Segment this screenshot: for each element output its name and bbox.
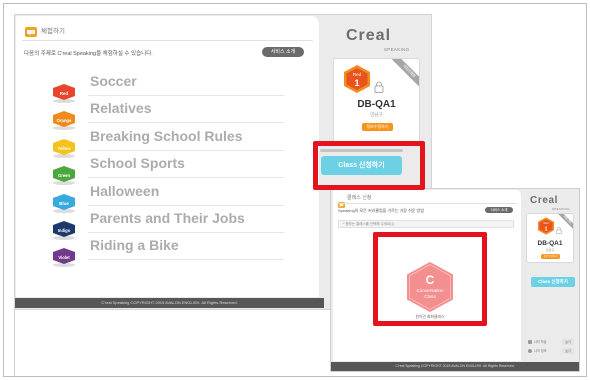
sidebar-menu-item[interactable]: 나의 정보 보기 bbox=[528, 348, 574, 354]
copyright-footer: C'real Speaking COPYRIGHT 2015 AVALON EN… bbox=[331, 362, 579, 371]
brand-logo: Creal bbox=[346, 27, 392, 44]
menu-item-label: 나의 학습 bbox=[534, 340, 547, 344]
sidebar-menu-item[interactable]: 나의 학습 보기 bbox=[528, 339, 574, 345]
topic-divider bbox=[88, 122, 284, 124]
service-intro-button[interactable]: 서비스 소개 bbox=[262, 47, 304, 57]
page-title: 체험하기 bbox=[41, 28, 65, 35]
window-edge-line bbox=[14, 310, 15, 376]
profile-sidebar: Creal SPEAKING 체험진행중 Red 1 DB-QA1 민남구 정보… bbox=[522, 189, 579, 361]
profile-action-button[interactable]: 정보수정하기 bbox=[362, 123, 393, 131]
badge-label: Violet bbox=[58, 255, 70, 260]
topic-item[interactable]: Green School Sports bbox=[16, 155, 319, 186]
topic-divider bbox=[88, 259, 284, 261]
menu-item-button[interactable]: 보기 bbox=[562, 348, 574, 354]
level-name: Red bbox=[353, 72, 362, 77]
user-name: 민남구 bbox=[545, 248, 555, 252]
square-bullet-icon bbox=[528, 340, 532, 344]
topic-item[interactable]: Violet Riding a Bike bbox=[16, 237, 319, 268]
level-name: Red bbox=[543, 221, 549, 225]
status-ribbon-label: 체험진행중 bbox=[390, 59, 419, 89]
lock-icon bbox=[374, 81, 384, 93]
service-intro-button[interactable]: 서비스 소개 bbox=[485, 207, 513, 213]
speech-bubble-icon bbox=[25, 24, 37, 37]
status-ribbon: 체험진행중 bbox=[389, 59, 419, 89]
topic-divider bbox=[88, 95, 284, 96]
class-select-dropdown[interactable]: * 원하는 클래스를 선택해 주세요(1) bbox=[338, 220, 514, 228]
topic-divider bbox=[88, 149, 284, 151]
page-subtitle: Speaking의 모든 커리큘럼을 기르는 가장 쉬운 방법 bbox=[338, 208, 424, 213]
level-number: 1 bbox=[544, 226, 547, 232]
highlight-class-button bbox=[313, 141, 425, 190]
trial-content-panel: 체험하기 다음의 주제로 C'real Speaking을 체험하실 수 있습니… bbox=[16, 16, 319, 297]
topic-label: Soccer bbox=[90, 73, 137, 89]
topic-label: Breaking School Rules bbox=[90, 127, 243, 144]
circle-bullet-icon bbox=[528, 349, 532, 353]
level-hexagon-icon: Red 1 bbox=[344, 65, 370, 93]
speech-bubble-icon bbox=[338, 195, 345, 208]
menu-item-button[interactable]: 보기 bbox=[562, 339, 574, 345]
highlight-class-card bbox=[373, 232, 487, 326]
user-name: 민남구 bbox=[370, 112, 383, 117]
copyright-footer: C'real Speaking COPYRIGHT 2015 AVALON EN… bbox=[15, 298, 324, 308]
topic-label: Halloween bbox=[90, 182, 160, 199]
topic-divider bbox=[88, 177, 284, 179]
page-title: 클래스 신청 bbox=[347, 195, 372, 201]
user-id: DB-QA1 bbox=[537, 240, 563, 247]
lock-icon bbox=[556, 227, 562, 234]
level-number: 1 bbox=[354, 78, 359, 88]
profile-card: 체험진행중 Red 1 DB-QA1 민남구 정보수정하기 bbox=[526, 213, 574, 263]
header-divider bbox=[337, 203, 517, 204]
badge-label: Yellow bbox=[57, 146, 71, 151]
profile-action-button[interactable]: 정보수정하기 bbox=[541, 254, 560, 259]
topic-item[interactable]: Blue Halloween bbox=[16, 182, 319, 213]
user-id: DB-QA1 bbox=[357, 99, 396, 110]
brand-logo-sub: SPEAKING bbox=[384, 47, 410, 52]
badge-label: Red bbox=[60, 91, 69, 96]
hexagon-badge-icon: Violet bbox=[53, 248, 75, 268]
profile-card: 체험진행중 Red 1 DB-QA1 민남구 정보수정하기 bbox=[333, 58, 420, 143]
topic-label: Riding a Bike bbox=[90, 237, 179, 254]
topic-item[interactable]: Indigo Parents and Their Jobs bbox=[16, 210, 319, 240]
topic-label: School Sports bbox=[90, 155, 185, 172]
level-hexagon-icon: Red 1 bbox=[538, 217, 554, 235]
topic-item[interactable]: Orange Relatives bbox=[16, 100, 319, 131]
badge-label: Blue bbox=[59, 201, 69, 206]
intro-text: 다음의 주제로 C'real Speaking을 체험하실 수 있습니다. bbox=[24, 51, 153, 57]
menu-item-label: 나의 정보 bbox=[534, 349, 547, 353]
topic-label: Relatives bbox=[90, 100, 152, 117]
header-divider bbox=[22, 40, 313, 41]
topic-divider bbox=[88, 204, 284, 206]
topic-item[interactable]: Red Soccer bbox=[16, 73, 319, 103]
topic-divider bbox=[88, 232, 284, 233]
badge-label: Indigo bbox=[58, 228, 71, 233]
brand-logo: Creal bbox=[530, 195, 559, 206]
brand-logo-sub: SPEAKING bbox=[552, 207, 570, 211]
class-request-button[interactable]: Class 신청하기 bbox=[531, 277, 575, 287]
topic-item[interactable]: Yellow Breaking School Rules bbox=[16, 127, 319, 158]
badge-label: Orange bbox=[57, 118, 72, 123]
topic-label: Parents and Their Jobs bbox=[90, 210, 245, 226]
badge-label: Green bbox=[58, 173, 71, 178]
